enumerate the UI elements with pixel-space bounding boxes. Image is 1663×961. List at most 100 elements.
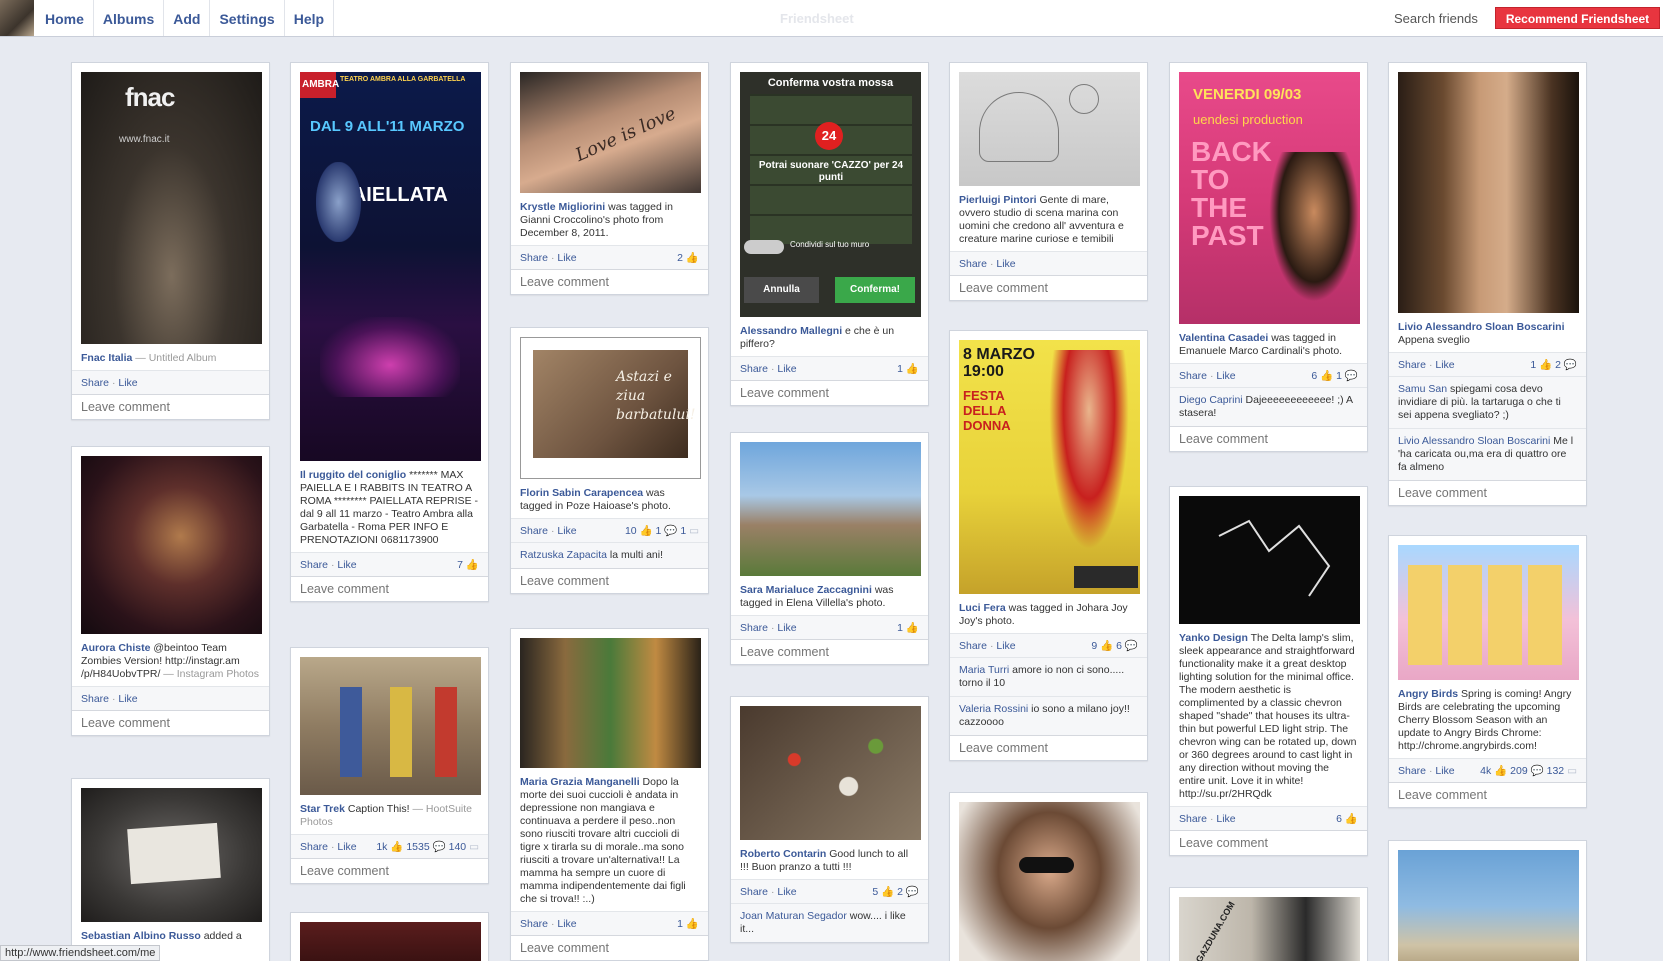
post-source[interactable]: — Untitled Album [135,352,216,364]
share-link[interactable]: Share [520,918,548,930]
share-link[interactable]: Share [520,525,548,537]
share-link[interactable]: Share [1398,359,1426,371]
post-photo[interactable] [1398,72,1579,313]
search-friends-link[interactable]: Search friends [1394,11,1478,26]
like-link[interactable]: Like [557,525,576,537]
user-avatar[interactable] [0,0,34,36]
like-link[interactable]: Like [777,363,796,375]
post-author[interactable]: Pierluigi Pintori [959,194,1037,206]
share-link[interactable]: Share [1179,370,1207,382]
post-author[interactable]: Fnac Italia [81,352,132,364]
like-link[interactable]: Like [1216,813,1235,825]
post-author[interactable]: Luci Fera [959,602,1006,614]
share-link[interactable]: Share [81,377,109,389]
leave-comment-input[interactable] [1170,426,1367,451]
leave-comment-input[interactable] [950,735,1147,760]
like-link[interactable]: Like [118,693,137,705]
nav-settings[interactable]: Settings [210,0,285,36]
comment-author[interactable]: Maria Turri [959,664,1009,676]
post-photo[interactable] [959,72,1140,186]
like-link[interactable]: Like [1216,370,1235,382]
share-link[interactable]: Share [1398,765,1426,777]
like-link[interactable]: Like [337,841,356,853]
post-author[interactable]: Sebastian Albino Russo [81,930,201,942]
leave-comment-input[interactable] [1389,782,1586,807]
leave-comment-input[interactable] [731,380,928,405]
like-link[interactable]: Like [996,258,1015,270]
comment-author[interactable]: Livio Alessandro Sloan Boscarini [1398,435,1550,447]
post-photo[interactable] [1398,545,1579,680]
post-author[interactable]: Star Trek [300,803,345,815]
share-link[interactable]: Share [740,886,768,898]
post-author[interactable]: Angry Birds [1398,688,1458,700]
leave-comment-input[interactable] [731,639,928,664]
leave-comment-input[interactable] [1389,480,1586,505]
confirm-button[interactable]: Conferma! [835,277,915,303]
post-photo[interactable] [959,802,1140,961]
post-photo[interactable] [520,638,701,768]
post-author[interactable]: Sara Marialuce Zaccagnini [740,584,872,596]
leave-comment-input[interactable] [950,275,1147,300]
share-link[interactable]: Share [959,640,987,652]
leave-comment-input[interactable] [291,858,488,883]
comment-author[interactable]: Samu San [1398,383,1447,395]
like-link[interactable]: Like [1435,765,1454,777]
nav-home[interactable]: Home [36,0,94,36]
like-link[interactable]: Like [557,252,576,264]
leave-comment-input[interactable] [511,568,708,593]
recommend-button[interactable]: Recommend Friendsheet [1495,7,1660,29]
post-photo[interactable] [81,788,262,922]
comment-author[interactable]: Valeria Rossini [959,703,1028,715]
like-link[interactable]: Like [118,377,137,389]
comment-author[interactable]: Joan Maturan Segador [740,910,847,922]
post-photo[interactable]: Love is love [520,72,701,193]
post-photo[interactable] [740,706,921,840]
post-author[interactable]: Roberto Contarin [740,848,826,860]
nav-albums[interactable]: Albums [94,0,165,36]
share-link[interactable]: Share [81,693,109,705]
cancel-button[interactable]: Annulla [744,277,819,303]
post-author[interactable]: Krystle Migliorini [520,201,605,213]
share-link[interactable]: Share [300,559,328,571]
post-photo[interactable] [300,922,481,961]
post-author[interactable]: Yanko Design [1179,632,1248,644]
share-link[interactable]: Share [520,252,548,264]
like-link[interactable]: Like [557,918,576,930]
post-photo[interactable] [81,456,262,634]
leave-comment-input[interactable] [511,935,708,960]
like-link[interactable]: Like [337,559,356,571]
like-link[interactable]: Like [1435,359,1454,371]
share-link[interactable]: Share [300,841,328,853]
nav-add[interactable]: Add [164,0,211,36]
like-link[interactable]: Like [996,640,1015,652]
post-photo[interactable]: GAZDUNA.COM [1179,897,1360,961]
leave-comment-input[interactable] [511,269,708,294]
post-photo[interactable]: Astazi e ziua barbatului! [520,337,701,479]
leave-comment-input[interactable] [1170,830,1367,855]
post-author[interactable]: Florin Sabin Carapencea [520,487,643,499]
post-photo[interactable]: fnac www.fnac.it [81,72,262,344]
share-link[interactable]: Share [740,622,768,634]
leave-comment-input[interactable] [72,710,269,735]
nav-help[interactable]: Help [285,0,335,36]
like-link[interactable]: Like [777,886,796,898]
share-link[interactable]: Share [1179,813,1207,825]
post-photo[interactable]: VENERDI 09/03 uendesi production BACK TO… [1179,72,1360,324]
post-author[interactable]: Alessandro Mallegni [740,325,842,337]
post-author[interactable]: Maria Grazia Manganelli [520,776,640,788]
post-photo[interactable] [1398,850,1579,961]
share-link[interactable]: Share [959,258,987,270]
share-link[interactable]: Share [740,363,768,375]
like-link[interactable]: Like [777,622,796,634]
post-author[interactable]: Aurora Chiste [81,642,150,654]
post-author[interactable]: Livio Alessandro Sloan Boscarini [1398,321,1565,333]
leave-comment-input[interactable] [291,576,488,601]
post-photo[interactable]: 8 MARZO 19:00 FESTA DELLA DONNA [959,340,1140,594]
post-author[interactable]: Valentina Casadei [1179,332,1268,344]
post-photo[interactable]: Conferma vostra mossa 24 Potrai suonare … [740,72,921,317]
leave-comment-input[interactable] [72,394,269,419]
comment-author[interactable]: Diego Caprini [1179,394,1243,406]
comment-author[interactable]: Ratzuska Zapacita [520,549,607,561]
post-photo[interactable] [740,442,921,576]
post-photo[interactable] [1179,496,1360,624]
